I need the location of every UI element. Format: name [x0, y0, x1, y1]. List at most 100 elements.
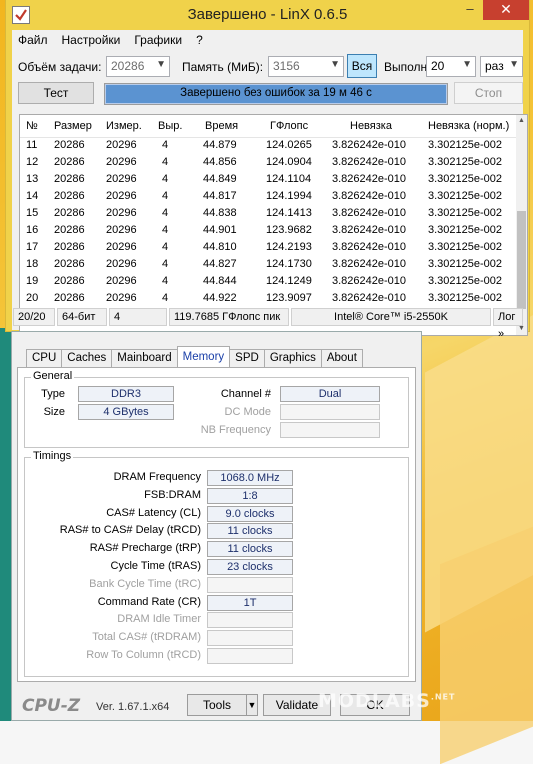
timing-label: RAS# Precharge (tRP): [89, 542, 201, 555]
table-cell: 20296: [106, 292, 137, 304]
timing-label: Total CAS# (tRDRAM): [92, 631, 201, 644]
progress-bar: Завершено без ошибок за 19 м 46 с: [104, 83, 448, 105]
run-count-value: 20: [431, 59, 445, 73]
timing-value: 11 clocks: [207, 523, 293, 540]
table-cell: 124.1413: [266, 207, 312, 219]
table-cell: 11: [26, 139, 38, 151]
table-cell: 3.826242e-010: [332, 258, 407, 270]
nb-frequency-label: NB Frequency: [200, 424, 271, 436]
table-cell: 20286: [54, 156, 85, 168]
table-cell: 20286: [54, 275, 85, 287]
table-cell: 3.826242e-010: [332, 190, 407, 202]
action-row: Тест Завершено без ошибок за 19 м 46 с С…: [18, 82, 523, 106]
table-row[interactable]: 18 20286 20296 4 44.827 124.1730 3.826242e-010…: [20, 256, 518, 273]
menu-graphs[interactable]: Графики: [134, 33, 182, 47]
timing-label: Cycle Time (tRAS): [110, 560, 201, 572]
col-header[interactable]: Измер.: [106, 120, 142, 132]
col-header[interactable]: Невязка: [350, 120, 392, 132]
run-unit-combo[interactable]: раз ▼: [480, 56, 523, 77]
table-cell: 20286: [54, 139, 85, 151]
table-cell: 20296: [106, 139, 137, 151]
table-cell: 3.302125e-002: [428, 207, 503, 219]
col-header[interactable]: ГФлопс: [270, 120, 308, 132]
table-cell: 44.901: [203, 224, 237, 236]
memory-combo[interactable]: 3156 ▼: [268, 56, 344, 77]
table-row[interactable]: 20 20286 20296 4 44.922 123.9097 3.826242e-010…: [20, 290, 518, 307]
scroll-up-icon[interactable]: ▲: [516, 115, 527, 127]
menu-settings[interactable]: Настройки: [62, 33, 121, 47]
table-cell: 44.844: [203, 275, 237, 287]
table-cell: 44.879: [203, 139, 237, 151]
table-cell: 44.817: [203, 190, 237, 202]
table-row[interactable]: 17 20286 20296 4 44.810 124.2193 3.826242e-010…: [20, 239, 518, 256]
tab-cpu[interactable]: CPU: [26, 349, 63, 368]
channel-value: Dual: [280, 386, 380, 402]
timing-value: 1:8: [207, 487, 293, 504]
col-header[interactable]: №: [26, 120, 38, 132]
type-label: Type: [41, 388, 65, 400]
tab-spd[interactable]: SPD: [229, 349, 265, 368]
table-cell: 3.302125e-002: [428, 139, 503, 151]
table-cell: 3.826242e-010: [332, 292, 407, 304]
stop-button[interactable]: Стоп: [454, 82, 523, 104]
all-memory-button[interactable]: Вся: [347, 54, 377, 78]
tab-graphics[interactable]: Graphics: [263, 349, 322, 368]
table-cell: 20296: [106, 275, 137, 287]
tools-dropdown-icon[interactable]: ▼: [246, 694, 258, 716]
table-cell: 16: [26, 224, 39, 236]
log-button[interactable]: Лог »: [493, 308, 523, 340]
menu-bar: Файл Настройки Графики ?: [12, 30, 523, 50]
status-bits: 64-бит: [57, 308, 107, 326]
run-count-combo[interactable]: 20 ▼: [426, 56, 476, 77]
timings-title: Timings: [31, 450, 74, 462]
chevron-down-icon: ▼: [509, 59, 519, 70]
table-cell: 44.922: [203, 292, 237, 304]
table-cell: 3.826242e-010: [332, 173, 407, 185]
table-cell: 3.302125e-002: [428, 275, 503, 287]
table-cell: 123.9097: [266, 292, 312, 304]
table-cell: 18: [26, 258, 39, 270]
table-row[interactable]: 13 20286 20296 4 44.849 124.1104 3.826242e-010…: [20, 171, 518, 188]
table-cell: 3.302125e-002: [428, 258, 503, 270]
table-cell: 124.1104: [266, 173, 312, 185]
test-button[interactable]: Тест: [18, 82, 94, 104]
table-cell: 44.849: [203, 173, 237, 185]
table-cell: 3.302125e-002: [428, 292, 503, 304]
table-cell: 123.9682: [266, 224, 312, 236]
table-row[interactable]: 12 20286 20296 4 44.856 124.0904 3.826242e-010…: [20, 154, 518, 171]
timing-label: Command Rate (CR): [97, 595, 201, 608]
table-row[interactable]: 14 20286 20296 4 44.817 124.1994 3.826242e-010…: [20, 188, 518, 205]
table-cell: 13: [26, 173, 39, 185]
tab-memory[interactable]: Memory: [176, 346, 231, 369]
col-header[interactable]: Размер: [54, 120, 92, 132]
scroll-thumb[interactable]: [517, 211, 526, 309]
table-row[interactable]: 16 20286 20296 4 44.901 123.9682 3.826242e-010…: [20, 222, 518, 239]
table-cell: 20296: [106, 156, 137, 168]
table-cell: 20286: [54, 207, 85, 219]
linx-window: Завершено - LinX 0.6.5 – ✕ Файл Настройк…: [6, 0, 529, 340]
status-cpu: Intel® Core™ i5-2550K: [291, 308, 491, 326]
minimize-icon[interactable]: –: [457, 0, 483, 20]
tab-about[interactable]: About: [320, 349, 363, 368]
menu-help[interactable]: ?: [196, 33, 203, 47]
table-row[interactable]: 11 20286 20296 4 44.879 124.0265 3.826242e-010…: [20, 137, 518, 154]
close-icon[interactable]: ✕: [483, 0, 529, 20]
tab-mainboard[interactable]: Mainboard: [111, 349, 178, 368]
tools-button[interactable]: Tools: [187, 694, 247, 716]
col-header[interactable]: Время: [205, 120, 238, 132]
menu-file[interactable]: Файл: [18, 33, 48, 47]
tab-caches[interactable]: Caches: [61, 349, 113, 368]
memory-value: 3156: [273, 59, 300, 73]
timing-value: [207, 612, 293, 629]
table-cell: 124.1249: [266, 275, 312, 287]
chevron-down-icon: ▼: [156, 59, 166, 70]
col-header[interactable]: Невязка (норм.): [428, 120, 509, 132]
table-row[interactable]: 15 20286 20296 4 44.838 124.1413 3.826242e-010…: [20, 205, 518, 222]
table-row[interactable]: 19 20286 20296 4 44.844 124.1249 3.826242e-010…: [20, 273, 518, 290]
title-bar[interactable]: Завершено - LinX 0.6.5 – ✕: [6, 0, 529, 30]
dc-mode-value: [280, 404, 380, 420]
col-header[interactable]: Выр.: [158, 120, 182, 132]
vertical-scrollbar[interactable]: ▲ ▼: [516, 115, 527, 335]
memory-label: Память (МиБ):: [182, 60, 264, 74]
problem-size-combo[interactable]: 20286 ▼: [106, 56, 170, 77]
